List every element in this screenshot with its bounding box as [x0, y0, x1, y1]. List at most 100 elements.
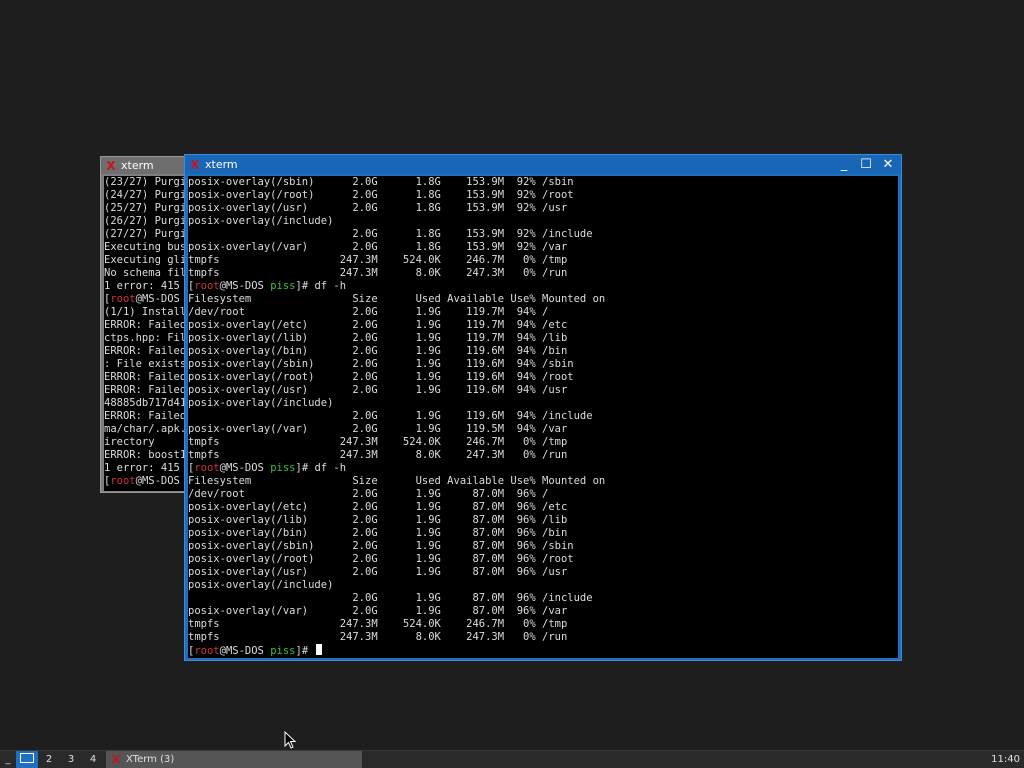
terminal-line: posix-overlay(/include)	[188, 579, 334, 591]
terminal-line: tmpfs 247.3M 524.0K 246.7M 0% /tmp	[188, 254, 568, 266]
prompt-user: root	[110, 293, 136, 305]
terminal-line: posix-overlay(/lib) 2.0G 1.9G 119.7M 94%…	[188, 332, 568, 344]
terminal-line: Filesystem Size Used Available Use% Moun…	[188, 475, 606, 487]
start-menu-button[interactable]: _	[0, 754, 16, 765]
terminal-line: ctps.hpp: Fil	[104, 332, 187, 344]
xterm-icon: X	[190, 157, 200, 172]
terminal-line: : File exists	[104, 358, 187, 370]
terminal-line: tmpfs 247.3M 524.0K 246.7M 0% /tmp	[188, 618, 568, 630]
workspace-screen-icon	[20, 753, 34, 763]
terminal-line: 1 error: 415	[104, 280, 180, 292]
command-text: #	[301, 645, 315, 657]
terminal-line: posix-overlay(/usr) 2.0G 1.9G 87.0M 96% …	[188, 566, 568, 578]
terminal-line: posix-overlay(/usr) 2.0G 1.8G 153.9M 92%…	[188, 202, 568, 214]
terminal-line: tmpfs 247.3M 524.0K 246.7M 0% /tmp	[188, 436, 568, 448]
terminal-line: 48885db717d41	[104, 397, 187, 409]
clock: 11:40	[991, 754, 1020, 765]
terminal-line: posix-overlay(/include)	[188, 397, 334, 409]
terminal-line: posix-overlay(/var) 2.0G 1.9G 119.5M 94%…	[188, 423, 568, 435]
terminal-output[interactable]: posix-overlay(/sbin) 2.0G 1.8G 153.9M 92…	[188, 176, 898, 658]
title-bar[interactable]: X xterm	[101, 157, 189, 174]
terminal-line: (24/27) Purgi	[104, 189, 187, 201]
prompt-user: root	[110, 475, 136, 487]
terminal-line: [root@MS-DOS	[104, 293, 180, 305]
taskbar-task-xterm[interactable]: X XTerm (3)	[106, 751, 362, 768]
terminal-line: ERROR: boost1	[104, 449, 187, 461]
terminal-line: /dev/root 2.0G 1.9G 119.7M 94% /	[188, 306, 549, 318]
task-label: XTerm (3)	[126, 754, 175, 765]
prompt-host: @MS-DOS	[219, 280, 271, 292]
prompt-host: @MS-DOS	[219, 462, 271, 474]
mouse-pointer-icon	[284, 731, 296, 749]
xterm-window-background[interactable]: X xterm (23/27) Purgi (24/27) Purgi (25/27…	[100, 156, 190, 493]
terminal-line: /dev/root 2.0G 1.9G 87.0M 96% /	[188, 488, 549, 500]
maximize-button[interactable]: ☐	[859, 157, 873, 172]
terminal-line: (25/27) Purgi	[104, 202, 187, 214]
terminal-line: Executing gli	[104, 254, 187, 266]
close-button[interactable]: ✕	[881, 157, 895, 172]
terminal-line: posix-overlay(/bin) 2.0G 1.9G 119.6M 94%…	[188, 345, 568, 357]
terminal-line: tmpfs 247.3M 8.0K 247.3M 0% /run	[188, 449, 568, 461]
title-bar[interactable]: X xterm _ ☐ ✕	[185, 155, 901, 174]
terminal-line: ma/char/.apk.	[104, 423, 187, 435]
workspace-2-button[interactable]: 2	[38, 751, 60, 768]
text-cursor	[316, 644, 323, 655]
terminal-line: Executing bus	[104, 241, 187, 253]
terminal-line: (1/1) Install	[104, 306, 187, 318]
workspace-3-button[interactable]: 3	[60, 751, 82, 768]
terminal-line: posix-overlay(/sbin) 2.0G 1.9G 119.6M 94…	[188, 358, 574, 370]
terminal-line: 2.0G 1.8G 153.9M 92% /include	[188, 228, 593, 240]
window-title: xterm	[121, 159, 154, 172]
terminal-line: posix-overlay(/bin) 2.0G 1.9G 87.0M 96% …	[188, 527, 568, 539]
xterm-window-active[interactable]: X xterm _ ☐ ✕ posix-overlay(/sbin) 2.0G …	[184, 154, 902, 661]
minimize-button[interactable]: _	[837, 157, 851, 172]
terminal-line: posix-overlay(/var) 2.0G 1.9G 87.0M 96% …	[188, 605, 568, 617]
terminal-line: ERROR: Failed	[104, 384, 187, 396]
prompt-user: root	[194, 462, 220, 474]
terminal-line: posix-overlay(/root) 2.0G 1.9G 87.0M 96%…	[188, 553, 574, 565]
terminal-line: (26/27) Purgi	[104, 215, 187, 227]
terminal-line: 2.0G 1.9G 87.0M 96% /include	[188, 592, 593, 604]
terminal-line: posix-overlay(/sbin) 2.0G 1.8G 153.9M 92…	[188, 176, 574, 188]
terminal-line: posix-overlay(/include)	[188, 215, 334, 227]
terminal-line: posix-overlay(/usr) 2.0G 1.9G 119.6M 94%…	[188, 384, 568, 396]
window-title: xterm	[205, 158, 238, 171]
terminal-line: Filesystem Size Used Available Use% Moun…	[188, 293, 606, 305]
terminal-line: tmpfs 247.3M 8.0K 247.3M 0% /run	[188, 267, 568, 279]
terminal-line: 1 error: 415	[104, 462, 180, 474]
workspace-4-button[interactable]: 4	[82, 751, 104, 768]
workspace-1-button[interactable]	[16, 751, 38, 768]
prompt-host: @MS-DOS	[219, 645, 271, 657]
terminal-line: ERROR: Failed	[104, 319, 187, 331]
terminal-line: [root@MS-DOS	[104, 475, 180, 487]
terminal-line: ERROR: Failed	[104, 345, 187, 357]
terminal-line: tmpfs 247.3M 8.0K 247.3M 0% /run	[188, 631, 568, 643]
terminal-line: posix-overlay(/root) 2.0G 1.9G 119.6M 94…	[188, 371, 574, 383]
command-text: # df -h	[301, 280, 347, 292]
terminal-line: [root@MS-DOS piss]# df -h	[188, 280, 898, 293]
terminal-line: posix-overlay(/var) 2.0G 1.8G 153.9M 92%…	[188, 241, 568, 253]
terminal-line: [root@MS-DOS piss]# df -h	[188, 462, 898, 475]
xterm-icon: X	[106, 158, 116, 173]
terminal-line: 2.0G 1.9G 119.6M 94% /include	[188, 410, 593, 422]
taskbar: _ 2 3 4 X XTerm (3) 11:40	[0, 750, 1024, 768]
terminal-line: ERROR: Failed	[104, 410, 187, 422]
prompt-dir: piss	[270, 462, 296, 474]
terminal-line: irectory	[104, 436, 155, 448]
command-text: # df -h	[301, 462, 347, 474]
terminal-line: posix-overlay(/root) 2.0G 1.8G 153.9M 92…	[188, 189, 574, 201]
prompt-user: root	[194, 645, 220, 657]
prompt-dir: piss	[270, 280, 296, 292]
terminal-line: No schema fil	[104, 267, 187, 279]
terminal-line: posix-overlay(/sbin) 2.0G 1.9G 87.0M 96%…	[188, 540, 574, 552]
terminal-line: (27/27) Purgi	[104, 228, 187, 240]
prompt-user: root	[194, 280, 220, 292]
terminal-line: posix-overlay(/etc) 2.0G 1.9G 119.7M 94%…	[188, 319, 568, 331]
terminal-line: posix-overlay(/etc) 2.0G 1.9G 87.0M 96% …	[188, 501, 568, 513]
prompt-dir: piss	[270, 645, 296, 657]
terminal-output[interactable]: (23/27) Purgi (24/27) Purgi (25/27) Purgi(…	[104, 176, 188, 491]
terminal-line: (23/27) Purgi	[104, 176, 187, 188]
terminal-line: [root@MS-DOS piss]#	[188, 644, 898, 657]
terminal-line: ERROR: Failed	[104, 371, 187, 383]
terminal-line: posix-overlay(/lib) 2.0G 1.9G 87.0M 96% …	[188, 514, 568, 526]
